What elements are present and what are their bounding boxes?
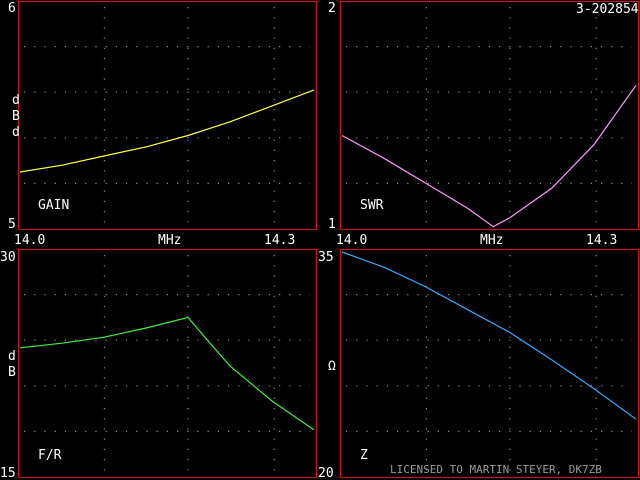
fr-panel-title: F/R	[38, 448, 62, 463]
z-frame	[339, 248, 640, 479]
swr-x-unit-label: MHz	[480, 233, 503, 248]
gain-panel-title: GAIN	[38, 198, 69, 213]
swr-x-tick-start: 14.0	[336, 233, 367, 248]
swr-panel: 2 1 SWR	[328, 0, 640, 232]
gain-y-axis-label: d	[12, 93, 20, 108]
z-panel-title: Z	[360, 448, 368, 463]
fr-panel: 30 15 dB F/R	[0, 248, 318, 480]
gain-x-tick-end: 14.3	[264, 233, 295, 248]
swr-frame	[339, 0, 640, 231]
gain-x-tick-start: 14.0	[14, 233, 45, 248]
gain-frame	[17, 0, 318, 231]
gain-x-unit-label: MHz	[158, 233, 181, 248]
z-y-tick-label: 35	[318, 250, 334, 265]
fr-frame	[17, 248, 318, 479]
gain-y-axis-label: d	[12, 125, 20, 140]
gain-series-line	[19, 89, 315, 173]
swr-y-tick-label: 2	[328, 1, 336, 16]
fr-y-axis-label: B	[8, 365, 16, 380]
z-y-tick-label: 20	[318, 466, 334, 480]
gain-y-tick-label: 5	[8, 217, 16, 232]
fr-y-tick-label: 15	[0, 466, 16, 480]
fr-y-tick-label: 30	[0, 250, 16, 265]
gain-y-tick-label: 6	[8, 1, 16, 16]
chart-canvas: 65dBdGAIN21SWR3015dBF/R3520ΩZ 3-202854 1…	[0, 0, 640, 480]
fr-series-line	[19, 316, 315, 431]
header-id-text: 3-202854	[576, 2, 639, 17]
z-y-axis-label: Ω	[328, 359, 336, 374]
swr-y-tick-label: 1	[328, 217, 336, 232]
z-panel: 35 20 Ω Z	[318, 248, 640, 480]
gain-panel: 6 5 dBd GAIN	[8, 0, 318, 232]
z-series-line	[341, 251, 637, 420]
swr-x-tick-end: 14.3	[586, 233, 617, 248]
license-footer: LICENSED TO MARTIN STEYER, DK7ZB	[390, 463, 602, 476]
swr-panel-title: SWR	[360, 198, 384, 213]
swr-series-line	[341, 85, 637, 228]
fr-y-axis-label: d	[8, 349, 16, 364]
gain-y-axis-label: B	[12, 109, 20, 124]
